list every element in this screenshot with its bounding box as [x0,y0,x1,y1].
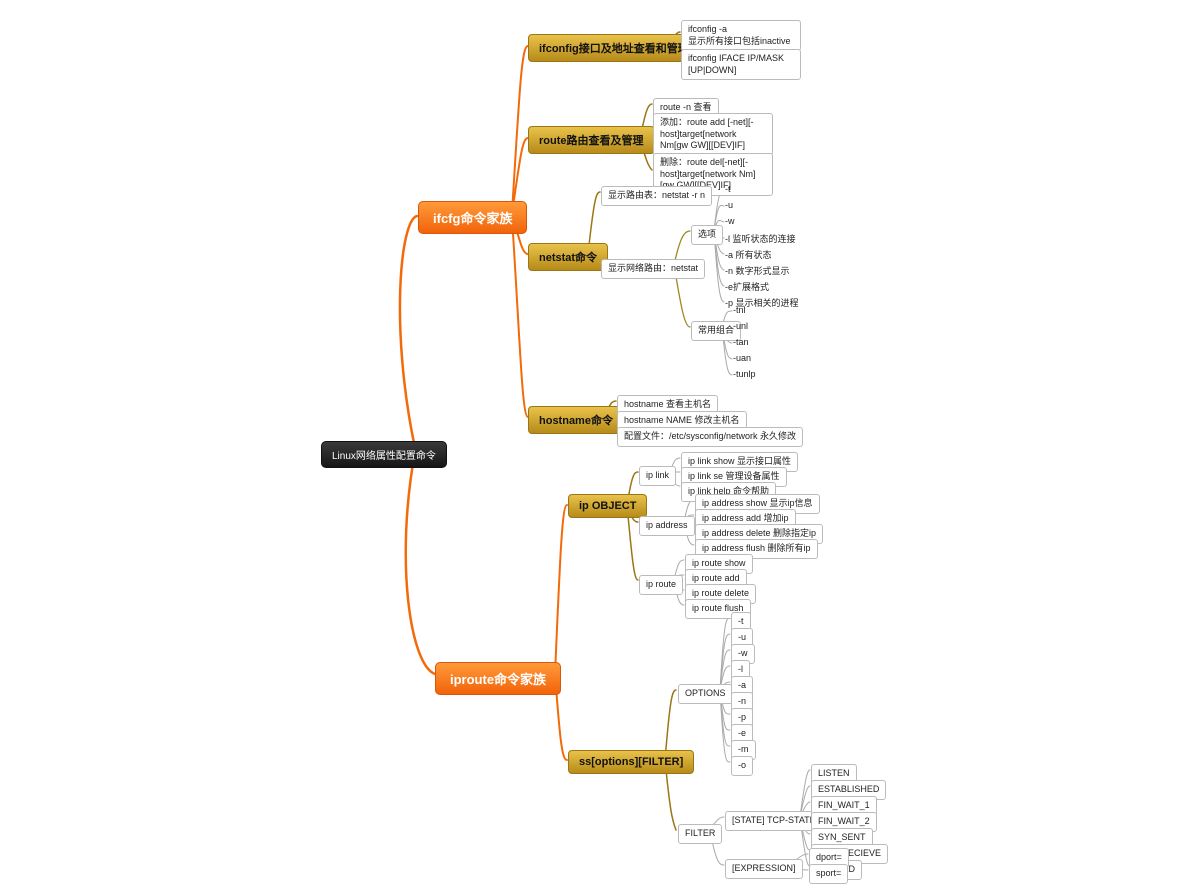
combo-uan: -uan [733,353,751,363]
label-tcp-state: [STATE] TCP-STATE [725,811,823,831]
opt-u: -u [725,200,733,210]
opt-e: -e扩展格式 [725,280,769,293]
expr-sport: sport= [809,864,848,884]
leaf-netstat-nr: 显示网络路由：netstat [601,259,705,279]
label-ip-address: ip address [639,516,695,536]
node-netstat[interactable]: netstat命令 [528,243,608,271]
branch-ifcfg[interactable]: ifcfg命令家族 [418,201,527,234]
opt-n: -n 数字形式显示 [725,264,790,277]
label-options: 选项 [691,225,723,245]
opt-w: -w [725,216,735,226]
combo-unl: -unl [733,321,748,331]
leaf-route-add: 添加：route add [-net][-host]target[network… [653,113,773,156]
node-ip-object[interactable]: ip OBJECT [568,494,647,518]
node-route[interactable]: route路由查看及管理 [528,126,655,154]
ss-opt-10: -o [731,756,753,776]
combo-tnl: -tnl [733,305,746,315]
leaf-ifconfig-a: ifconfig -a显示所有接口包括inactive [681,20,801,51]
node-ss[interactable]: ss[options][FILTER] [568,750,694,774]
opt-t: -t [725,184,731,194]
node-ifconfig[interactable]: ifconfig接口及地址查看和管理 [528,34,700,62]
label-ss-options: OPTIONS [678,684,733,704]
leaf-netstat-rt: 显示路由表：netstat -r n [601,186,712,206]
root-node[interactable]: Linux网络属性配置命令 [321,441,447,468]
leaf-ifconfig-iface: ifconfig IFACE IP/MASK [UP|DOWN] [681,49,801,80]
combo-tan: -tan [733,337,749,347]
leaf-hostname-cfg: 配置文件：/etc/sysconfig/network 永久修改 [617,427,803,447]
opt-a: -a 所有状态 [725,248,772,261]
label-ip-route: ip route [639,575,683,595]
branch-iproute[interactable]: iproute命令家族 [435,662,561,695]
node-hostname[interactable]: hostname命令 [528,406,624,434]
combo-tunlp: -tunlp [733,369,756,379]
label-ss-filter: FILTER [678,824,722,844]
label-ip-link: ip link [639,466,676,486]
label-expression: [EXPRESSION] [725,859,803,879]
opt-l: -l 监听状态的连接 [725,232,796,245]
